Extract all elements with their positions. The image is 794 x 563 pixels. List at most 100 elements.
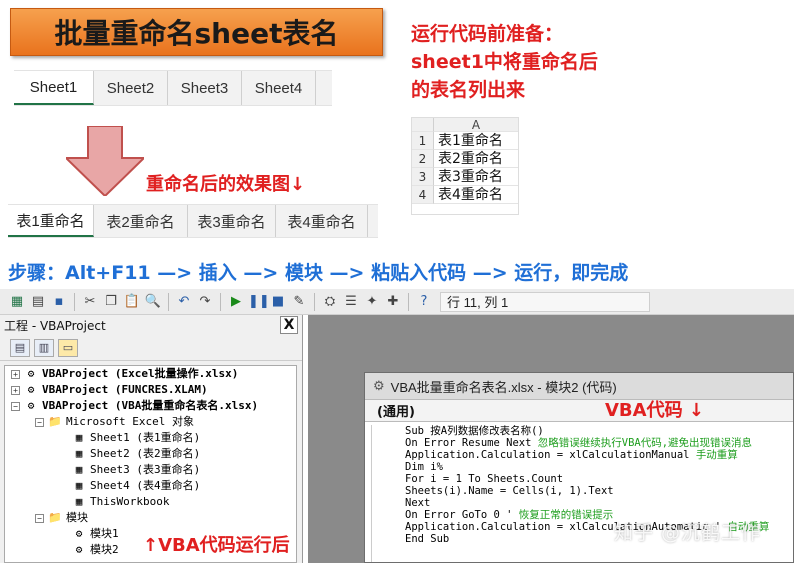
steps-instructions: 步骤：Alt+F11 —> 插入 —> 模块 —> 粘贴入代码 —> 运行，即完… bbox=[8, 262, 629, 284]
design-mode-icon[interactable]: ✎ bbox=[290, 293, 308, 311]
find-icon[interactable]: 🔍 bbox=[144, 293, 162, 311]
cell-a4[interactable]: 表4重命名 bbox=[434, 186, 518, 204]
row-number[interactable]: 2 bbox=[412, 150, 434, 168]
tree-item[interactable]: ▦ ThisWorkbook bbox=[5, 494, 296, 510]
toolbar-separator bbox=[220, 292, 221, 311]
stop-icon[interactable]: ■ bbox=[269, 293, 287, 311]
code-text: End Sub bbox=[405, 533, 450, 545]
object-browser-icon[interactable]: ✦ bbox=[363, 293, 381, 311]
redo-icon[interactable]: ↷ bbox=[196, 293, 214, 311]
expand-icon[interactable]: + bbox=[11, 369, 20, 379]
tree-item-icon: ⚙ bbox=[75, 527, 83, 540]
prep-note-line: 的表名列出来 bbox=[411, 79, 526, 101]
tab-renamed-3[interactable]: 表3重命名 bbox=[188, 205, 276, 237]
tree-item[interactable]: − 📁 模块 bbox=[5, 510, 296, 526]
toolbar-separator bbox=[408, 292, 409, 311]
collapse-icon[interactable]: − bbox=[11, 401, 20, 411]
row-number[interactable]: 4 bbox=[412, 186, 434, 204]
code-text: Sheets(i).Name = Cells(i, 1).Text bbox=[405, 485, 614, 497]
tree-item[interactable]: − 📁 Microsoft Excel 对象 bbox=[5, 414, 296, 430]
expand-icon[interactable]: + bbox=[11, 385, 20, 395]
tree-item[interactable]: + ⚙ VBAProject (Excel批量操作.xlsx) bbox=[5, 366, 296, 382]
tree-item[interactable]: ▦ Sheet1 (表1重命名) bbox=[5, 430, 296, 446]
tree-item[interactable]: ▦ Sheet4 (表4重命名) bbox=[5, 478, 296, 494]
row-number[interactable]: 1 bbox=[412, 132, 434, 150]
toggle-folders-icon[interactable]: ▭ bbox=[58, 338, 78, 357]
tab-sheet3[interactable]: Sheet3 bbox=[168, 71, 242, 105]
tree-item-label: VBAProject (Excel批量操作.xlsx) bbox=[42, 367, 239, 380]
save-icon[interactable]: ▪ bbox=[50, 293, 68, 311]
object-combo[interactable]: (通用) bbox=[377, 401, 415, 420]
vba-module-icon: ⚙ bbox=[373, 378, 385, 393]
collapse-icon[interactable]: − bbox=[35, 513, 44, 523]
code-comment: 忽略错误继续执行VBA代码,避免出现错误消息 bbox=[537, 437, 753, 449]
tree-item[interactable]: ▦ Sheet3 (表3重命名) bbox=[5, 462, 296, 478]
code-comment: 恢复正常的错误提示 bbox=[518, 509, 614, 521]
tab-renamed-4[interactable]: 表4重命名 bbox=[276, 205, 368, 237]
cell-a2[interactable]: 表2重命名 bbox=[434, 150, 518, 168]
tree-item-label: VBAProject (FUNCRES.XLAM) bbox=[42, 383, 208, 396]
code-line[interactable]: Sub 按A列数据修改表名称() bbox=[405, 425, 793, 437]
code-line[interactable]: Sheets(i).Name = Cells(i, 1).Text bbox=[405, 485, 793, 497]
close-icon[interactable]: X bbox=[280, 316, 298, 334]
prep-note-line: sheet1中将重命名后 bbox=[411, 51, 598, 73]
tree-item-icon: ▦ bbox=[75, 463, 83, 476]
view-code-icon[interactable]: ▤ bbox=[10, 338, 30, 357]
insert-userform-icon[interactable]: ▤ bbox=[29, 293, 47, 311]
tree-item-icon: ⚙ bbox=[75, 543, 83, 556]
effect-note: 重命名后的效果图↓ bbox=[146, 174, 306, 195]
tree-item-icon: ▦ bbox=[75, 479, 83, 492]
tree-item-label: 模块 bbox=[66, 511, 88, 524]
undo-icon[interactable]: ↶ bbox=[175, 293, 193, 311]
cell-a1[interactable]: 表1重命名 bbox=[434, 132, 518, 150]
title-banner: 批量重命名sheet表名 bbox=[10, 8, 383, 56]
pause-icon[interactable]: ❚❚ bbox=[248, 293, 270, 311]
tree-item-icon: ⚙ bbox=[27, 367, 35, 380]
tree-item-icon: ▦ bbox=[75, 495, 83, 508]
code-window-title: VBA批量重命名表名.xlsx - 模块2 (代码) bbox=[390, 379, 617, 395]
code-line[interactable]: Application.Calculation = xlCalculationM… bbox=[405, 449, 793, 461]
tab-sheet2[interactable]: Sheet2 bbox=[94, 71, 168, 105]
copy-icon[interactable]: ❐ bbox=[102, 293, 120, 311]
tree-item[interactable]: + ⚙ VBAProject (FUNCRES.XLAM) bbox=[5, 382, 296, 398]
tree-item-icon: ▦ bbox=[75, 431, 83, 444]
sheet-tabs-before: Sheet1 Sheet2 Sheet3 Sheet4 bbox=[14, 70, 332, 106]
tree-item[interactable]: ▦ Sheet2 (表2重命名) bbox=[5, 446, 296, 462]
tab-renamed-2[interactable]: 表2重命名 bbox=[94, 205, 188, 237]
code-line[interactable]: For i = 1 To Sheets.Count bbox=[405, 473, 793, 485]
paste-icon[interactable]: 📋 bbox=[123, 293, 141, 311]
code-window-titlebar[interactable]: ⚙ VBA批量重命名表名.xlsx - 模块2 (代码) bbox=[365, 373, 793, 400]
project-explorer-icon[interactable]: ⛭ bbox=[321, 293, 339, 311]
code-text: On Error Resume Next bbox=[405, 437, 532, 449]
code-text: Application.Calculation = xlCalculationM… bbox=[405, 449, 690, 461]
tree-item-icon: 📁 bbox=[48, 415, 62, 428]
tab-sheet4[interactable]: Sheet4 bbox=[242, 71, 316, 105]
tree-item-label: 模块1 bbox=[90, 527, 119, 540]
vba-code-note: VBA代码 ↓ bbox=[605, 400, 704, 421]
tree-item-label: Sheet2 (表2重命名) bbox=[90, 447, 201, 460]
row-number[interactable]: 3 bbox=[412, 168, 434, 186]
excel-icon[interactable]: ▦ bbox=[8, 293, 26, 311]
cursor-position: 行 11, 列 1 bbox=[440, 291, 650, 312]
tree-item-label: Microsoft Excel 对象 bbox=[66, 415, 194, 428]
object-combo-bar: (通用) VBA代码 ↓ bbox=[365, 400, 793, 422]
tree-item-icon: ▦ bbox=[75, 447, 83, 460]
code-text: Sub 按A列数据修改表名称() bbox=[405, 425, 544, 437]
toolbox-icon[interactable]: ✚ bbox=[384, 293, 402, 311]
code-line[interactable]: Next bbox=[405, 497, 793, 509]
code-line[interactable]: Dim i% bbox=[405, 461, 793, 473]
properties-icon[interactable]: ☰ bbox=[342, 293, 360, 311]
column-header-a[interactable]: A bbox=[434, 118, 518, 132]
tree-item[interactable]: − ⚙ VBAProject (VBA批量重命名表名.xlsx) bbox=[5, 398, 296, 414]
collapse-icon[interactable]: − bbox=[35, 417, 44, 427]
help-icon[interactable]: ? bbox=[415, 293, 433, 311]
cut-icon[interactable]: ✂ bbox=[81, 293, 99, 311]
cell-a3[interactable]: 表3重命名 bbox=[434, 168, 518, 186]
project-explorer-pane: 工程 - VBAProject X ▤ ▥ ▭ + ⚙ VBAProject (Ex… bbox=[0, 315, 303, 563]
code-line[interactable]: On Error Resume Next 忽略错误继续执行VBA代码,避免出现错… bbox=[405, 437, 793, 449]
view-object-icon[interactable]: ▥ bbox=[34, 338, 54, 357]
tab-renamed-1[interactable]: 表1重命名 bbox=[8, 205, 94, 237]
tab-sheet1[interactable]: Sheet1 bbox=[14, 71, 94, 105]
mini-spreadsheet: A 1 表1重命名 2 表2重命名 3 表3重命名 4 表4重命名 bbox=[411, 117, 519, 215]
run-icon[interactable]: ▶ bbox=[227, 293, 245, 311]
